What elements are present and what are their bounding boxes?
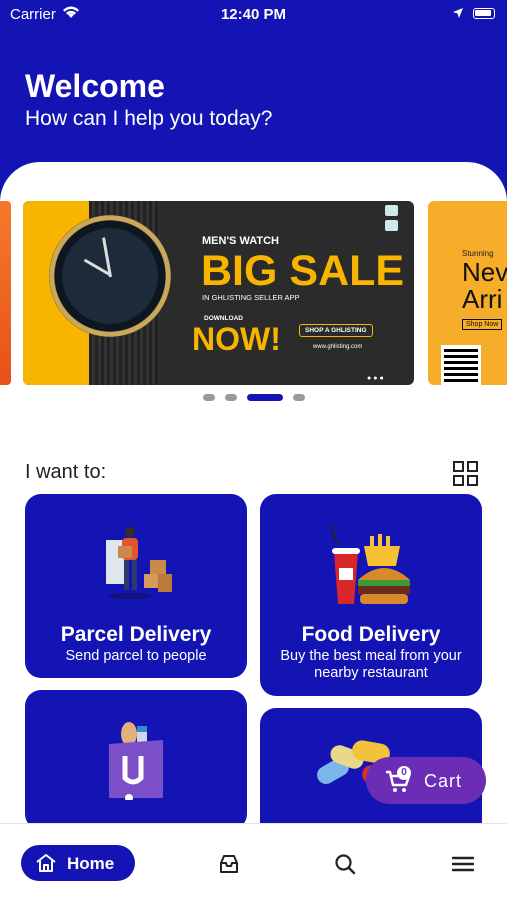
menu-icon[interactable] [451, 853, 475, 875]
bottom-navigation: Home [0, 823, 507, 900]
search-icon[interactable] [334, 853, 356, 875]
page-subtitle: How can I help you today? [25, 107, 273, 130]
banner-subtext: IN GHLISTING SELLER APP [202, 293, 300, 302]
card-description: Buy the best meal from your nearby restau… [260, 648, 482, 682]
card-description: Send parcel to people [65, 648, 207, 664]
battery-icon [473, 8, 495, 19]
cart-label: Cart [424, 771, 463, 791]
carousel-dot[interactable] [203, 394, 215, 401]
card-description-line1: Buy the best meal from your [280, 648, 462, 664]
app-icon [385, 220, 398, 231]
banner-shop-button: SHOP A GHLISTING [299, 324, 373, 337]
slide-next-heading-line2: Arri [462, 284, 503, 314]
home-icon [36, 854, 56, 872]
carousel-slide-next[interactable]: Stunning Nev Arri Shop Now [428, 201, 507, 385]
slide-next-heading-line1: Nev [462, 257, 507, 287]
card-title: Parcel Delivery [60, 623, 212, 646]
banner-now: NOW! [192, 321, 281, 357]
status-bar: Carrier 12:40 PM [0, 0, 507, 28]
qr-code-image [441, 345, 481, 385]
social-icons: ●●● [367, 375, 386, 382]
nav-home-button[interactable]: Home [21, 845, 135, 881]
status-time: 12:40 PM [220, 6, 287, 23]
card-description-line2: nearby restaurant [314, 665, 428, 681]
inbox-icon[interactable] [218, 853, 240, 875]
cart-button[interactable]: 0 Cart [366, 757, 486, 804]
banner-heading: MEN'S WATCH [202, 235, 279, 247]
slide-next-shop: Shop Now [462, 319, 503, 330]
carousel-dot[interactable] [225, 394, 237, 401]
banner-url: www.ghlisting.com [313, 344, 363, 350]
cart-count-badge: 0 [397, 766, 411, 780]
grid-view-icon[interactable] [453, 461, 478, 486]
parcel-delivery-card[interactable]: Parcel Delivery Send parcel to people [25, 494, 247, 678]
banner-app-icons [385, 201, 403, 235]
carousel-slide-watch-sale[interactable]: MEN'S WATCH BIG SALE IN GHLISTING SELLER… [23, 201, 414, 385]
grocery-bag-illustration [109, 722, 163, 800]
section-title: I want to: [25, 461, 107, 483]
location-arrow-icon [452, 6, 464, 23]
banner-big-sale: BIG SALE [201, 247, 405, 295]
parcel-illustration [106, 527, 172, 599]
food-delivery-card[interactable]: Food Delivery Buy the best meal from you… [260, 494, 482, 696]
nav-home-label: Home [67, 854, 115, 873]
card-title: Food Delivery [301, 623, 441, 646]
carousel-dot-active[interactable] [247, 394, 283, 401]
page-title: Welcome [25, 68, 165, 104]
banner-carousel[interactable]: MEN'S WATCH BIG SALE IN GHLISTING SELLER… [0, 201, 507, 385]
app-icon [385, 205, 398, 216]
grocery-card[interactable] [25, 690, 247, 830]
food-illustration [330, 524, 410, 604]
carousel-slide-previous[interactable] [0, 201, 11, 385]
slide-next-heading: Nev Arri [462, 259, 507, 313]
carousel-dot[interactable] [293, 394, 305, 401]
